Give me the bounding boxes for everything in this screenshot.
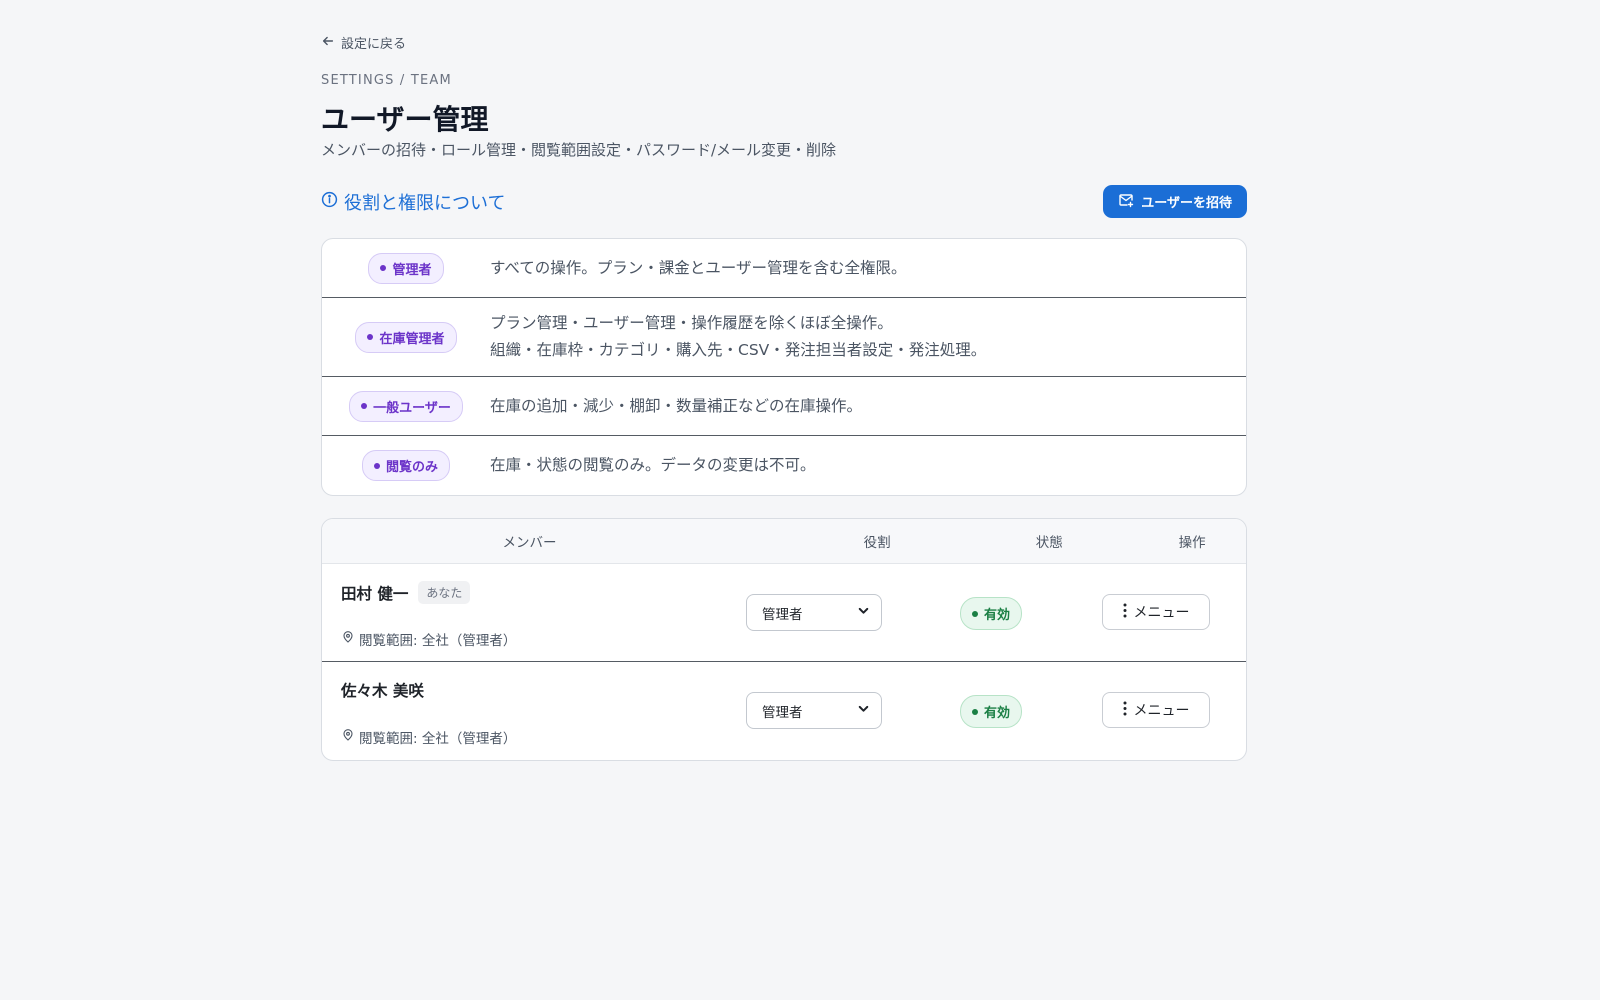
role-badge: 一般ユーザー (349, 390, 463, 422)
back-link-label: 設定に戻る (341, 37, 407, 52)
role-badge: 閲覧のみ (361, 450, 450, 481)
status-badge: 有効 (960, 695, 1023, 728)
role-row-admin: 管理者 すべての操作。プラン・課金とユーザー管理を含む全権限。 (322, 239, 1246, 298)
breadcrumb: SETTINGS / TEAM (321, 73, 452, 88)
page-title: ユーザー管理 (321, 103, 489, 136)
info-circle-icon (321, 191, 338, 213)
role-row-view-only: 閲覧のみ 在庫・状態の閲覧のみ。データの変更は不可。 (322, 436, 1246, 495)
role-description: 在庫の追加・減少・棚卸・数量補正などの在庫操作。 (490, 396, 863, 415)
member-name: 佐々木 美咲 (341, 682, 424, 700)
role-row-general-user: 一般ユーザー 在庫の追加・減少・棚卸・数量補正などの在庫操作。 (322, 377, 1246, 436)
role-description: すべての操作。プラン・課金とユーザー管理を含む全権限。 (490, 258, 907, 277)
map-pin-icon (342, 729, 354, 745)
role-select[interactable]: 管理者 (746, 594, 882, 631)
chevron-down-icon (857, 604, 870, 621)
role-description: プラン管理・ユーザー管理・操作履歴を除くほぼ全操作。 組織・在庫枠・カテゴリ・購入… (490, 314, 987, 359)
role-badge: 在庫管理者 (355, 321, 457, 353)
page-subtitle: メンバーの招待・ロール管理・閲覧範囲設定・パスワード/メール変更・削除 (321, 141, 837, 159)
you-badge: あなた (418, 581, 471, 604)
column-header-member: メンバー (502, 535, 557, 551)
more-vertical-icon (1123, 701, 1127, 720)
mail-plus-icon (1118, 192, 1134, 212)
view-scope: 閲覧範囲: 全社（管理者） (342, 727, 516, 747)
column-header-status: 状態 (1035, 535, 1063, 551)
chevron-down-icon (857, 702, 870, 719)
roles-link-label: 役割と権限について (344, 193, 506, 214)
table-row: 佐々木 美咲 閲覧範囲: 全社（管理者） 管理者 有効 メニュー (322, 662, 1246, 760)
more-vertical-icon (1123, 603, 1127, 622)
column-header-role: 役割 (863, 535, 891, 551)
row-menu-button[interactable]: メニュー (1102, 594, 1210, 630)
status-badge: 有効 (960, 597, 1023, 630)
invite-user-button[interactable]: ユーザーを招待 (1103, 185, 1247, 218)
row-menu-button[interactable]: メニュー (1102, 692, 1210, 728)
table-header: メンバー 役割 状態 操作 (322, 519, 1246, 564)
invite-button-label: ユーザーを招待 (1141, 196, 1232, 211)
members-table: メンバー 役割 状態 操作 田村 健一 あなた 閲覧範囲: 全社（管理者） 管理… (321, 518, 1247, 761)
role-select[interactable]: 管理者 (746, 692, 882, 729)
map-pin-icon (342, 631, 354, 647)
role-description: 在庫・状態の閲覧のみ。データの変更は不可。 (490, 456, 816, 474)
back-to-settings-link[interactable]: 設定に戻る (321, 33, 406, 52)
view-scope: 閲覧範囲: 全社（管理者） (342, 629, 516, 649)
roles-card: 管理者 すべての操作。プラン・課金とユーザー管理を含む全権限。 在庫管理者 プラ… (321, 238, 1247, 496)
member-name: 田村 健一 (341, 584, 409, 603)
table-row: 田村 健一 あなた 閲覧範囲: 全社（管理者） 管理者 有効 メニュー (322, 564, 1246, 662)
column-header-actions: 操作 (1178, 535, 1206, 551)
arrow-left-icon (321, 34, 335, 52)
role-badge: 管理者 (368, 252, 444, 284)
role-row-inventory-manager: 在庫管理者 プラン管理・ユーザー管理・操作履歴を除くほぼ全操作。 組織・在庫枠・カ… (322, 298, 1246, 377)
roles-permissions-link[interactable]: 役割と権限について (321, 189, 505, 215)
